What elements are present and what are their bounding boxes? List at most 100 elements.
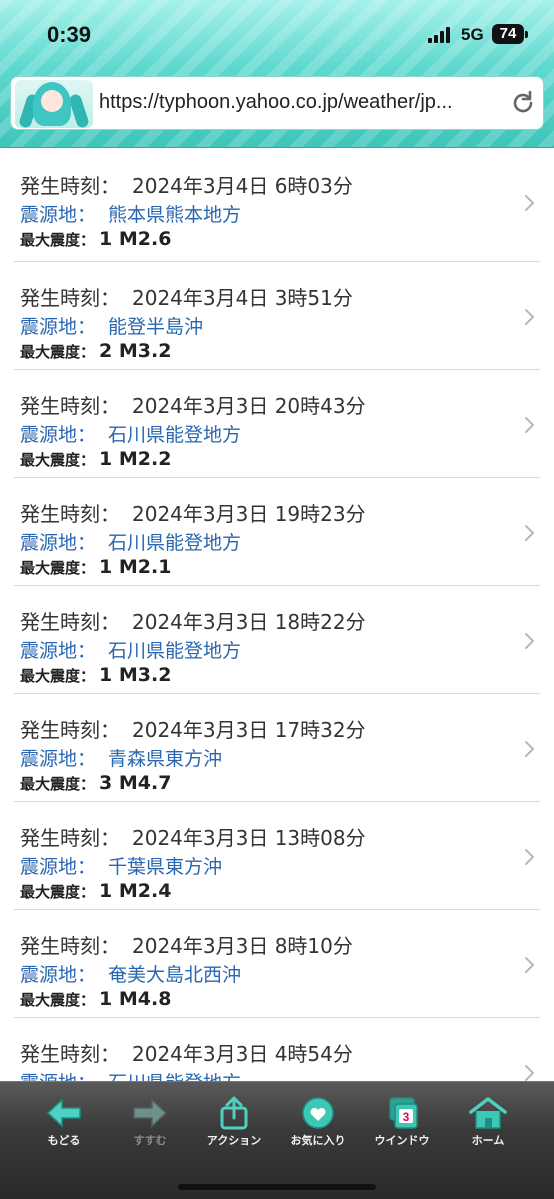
browser-header: 0:39 5G 74 https://typhoon.yahoo.co.jp/w… bbox=[0, 0, 554, 148]
url-bar[interactable]: https://typhoon.yahoo.co.jp/weather/jp..… bbox=[10, 76, 544, 130]
earthquake-row[interactable]: 発生時刻： 2024年3月3日 8時10分 震源地： 奄美大島北西沖 最大震度： 1 … bbox=[14, 910, 540, 1018]
intensity-label: 最大震度： bbox=[20, 451, 96, 469]
magnitude-value: M2.1 bbox=[118, 556, 172, 578]
epicenter-value: 石川県能登地方 bbox=[108, 640, 242, 662]
intensity-label: 最大震度： bbox=[20, 667, 96, 685]
time-label: 発生時刻： bbox=[20, 286, 120, 310]
max-intensity: 最大震度： 1 M3.2 bbox=[20, 664, 171, 686]
chevron-right-icon bbox=[525, 849, 534, 865]
max-intensity: 最大震度： 1 M4.8 bbox=[20, 988, 171, 1010]
occurrence-time: 発生時刻： 2024年3月3日 17時32分 bbox=[20, 714, 366, 743]
earthquake-row[interactable]: 発生時刻： 2024年3月3日 19時23分 震源地： 石川県能登地方 最大震度： 1… bbox=[14, 478, 540, 586]
favorites-button[interactable]: お気に入り bbox=[278, 1096, 358, 1156]
epicenter: 震源地： 奄美大島北西沖 bbox=[20, 960, 241, 987]
earthquake-row[interactable]: 発生時刻： 2024年3月3日 13時08分 震源地： 千葉県東方沖 最大震度： 1 … bbox=[14, 802, 540, 910]
status-time: 0:39 bbox=[47, 22, 92, 47]
magnitude-value: M4.7 bbox=[118, 772, 172, 794]
intensity-value: 1 bbox=[99, 556, 113, 578]
action-button[interactable]: アクション bbox=[194, 1096, 274, 1156]
intensity-magnitude-value: 3 M4.7 bbox=[99, 772, 171, 794]
intensity-magnitude-value: 1 M2.2 bbox=[99, 448, 171, 470]
magnitude-value: M2.6 bbox=[118, 228, 172, 250]
time-label: 発生時刻： bbox=[20, 502, 120, 526]
home-label: ホーム bbox=[471, 1134, 505, 1147]
battery-icon: 74 bbox=[492, 24, 528, 44]
epicenter-label: 震源地： bbox=[20, 748, 97, 770]
earthquake-row[interactable]: 発生時刻：2024年3月3日 4時54分 震源地：石川県能登地方 最大震度： bbox=[14, 1018, 540, 1081]
time-label: 発生時刻： bbox=[20, 1042, 120, 1066]
earthquake-row[interactable]: 発生時刻： 2024年3月3日 18時22分 震源地： 石川県能登地方 最大震度： 1… bbox=[14, 586, 540, 694]
intensity-value: 1 bbox=[99, 880, 113, 902]
time-value: 2024年3月3日 13時08分 bbox=[132, 826, 366, 850]
intensity-label: 最大震度： bbox=[20, 231, 96, 249]
intensity-magnitude-value: 2 M3.2 bbox=[99, 340, 171, 362]
time-value: 2024年3月3日 4時54分 bbox=[132, 1042, 353, 1066]
time-label: 発生時刻： bbox=[20, 718, 120, 742]
intensity-value: 3 bbox=[99, 772, 113, 794]
epicenter-label: 震源地： bbox=[20, 424, 97, 446]
intensity-label: 最大震度： bbox=[20, 775, 96, 793]
intensity-value: 2 bbox=[99, 340, 113, 362]
intensity-value: 1 bbox=[99, 228, 113, 250]
intensity-magnitude-value: 1 M2.6 bbox=[99, 228, 171, 250]
reload-icon[interactable] bbox=[509, 89, 537, 117]
intensity-value: 1 bbox=[99, 988, 113, 1010]
occurrence-time: 発生時刻： 2024年3月3日 20時43分 bbox=[20, 390, 366, 419]
time-value: 2024年3月3日 20時43分 bbox=[132, 394, 366, 418]
earthquake-list: 発生時刻： 2024年3月4日 6時03分 震源地： 熊本県熊本地方 最大震度： 1 … bbox=[0, 148, 554, 1081]
home-icon bbox=[469, 1097, 507, 1129]
occurrence-time: 発生時刻： 2024年3月3日 4時54分 bbox=[20, 1038, 353, 1067]
epicenter-value: 能登半島沖 bbox=[108, 316, 204, 338]
heart-badge-icon bbox=[302, 1097, 334, 1129]
epicenter: 震源地： 石川県能登地方 bbox=[20, 1068, 241, 1081]
earthquake-row[interactable]: 発生時刻： 2024年3月3日 17時32分 震源地： 青森県東方沖 最大震度： 3 … bbox=[14, 694, 540, 802]
earthquake-row[interactable]: 発生時刻： 2024年3月4日 3時51分 震源地： 能登半島沖 最大震度： 2 M3… bbox=[14, 262, 540, 370]
time-value: 2024年3月4日 6時03分 bbox=[132, 174, 353, 198]
magnitude-value: M4.8 bbox=[118, 988, 172, 1010]
occurrence-time: 発生時刻： 2024年3月3日 18時22分 bbox=[20, 606, 366, 635]
time-label: 発生時刻： bbox=[20, 610, 120, 634]
intensity-label: 最大震度： bbox=[20, 343, 96, 361]
magnitude-value: M3.2 bbox=[118, 340, 172, 362]
epicenter-label: 震源地： bbox=[20, 640, 97, 662]
epicenter-value: 石川県能登地方 bbox=[108, 532, 242, 554]
intensity-magnitude-value: 1 M4.8 bbox=[99, 988, 171, 1010]
site-avatar bbox=[15, 80, 93, 128]
window-button[interactable]: 3 ウインドウ bbox=[362, 1096, 442, 1156]
action-label: アクション bbox=[206, 1134, 262, 1147]
time-value: 2024年3月3日 19時23分 bbox=[132, 502, 366, 526]
epicenter: 震源地： 熊本県熊本地方 bbox=[20, 200, 241, 227]
forward-button[interactable]: すすむ bbox=[110, 1096, 190, 1156]
epicenter-value: 千葉県東方沖 bbox=[108, 856, 223, 878]
occurrence-time: 発生時刻： 2024年3月4日 3時51分 bbox=[20, 282, 353, 311]
epicenter-value: 青森県東方沖 bbox=[108, 748, 223, 770]
earthquake-row[interactable]: 発生時刻： 2024年3月3日 20時43分 震源地： 石川県能登地方 最大震度： 1… bbox=[14, 370, 540, 478]
time-value: 2024年3月4日 3時51分 bbox=[132, 286, 353, 310]
home-indicator bbox=[178, 1184, 376, 1190]
epicenter-label: 震源地： bbox=[20, 532, 97, 554]
home-button[interactable]: ホーム bbox=[448, 1096, 528, 1156]
magnitude-value: M2.2 bbox=[118, 448, 172, 470]
status-bar: 0:39 5G 74 bbox=[0, 0, 554, 70]
url-text[interactable]: https://typhoon.yahoo.co.jp/weather/jp..… bbox=[99, 91, 499, 114]
epicenter-value: 奄美大島北西沖 bbox=[108, 964, 242, 986]
intensity-value: 1 bbox=[99, 448, 113, 470]
chevron-right-icon bbox=[525, 633, 534, 649]
favorites-label: お気に入り bbox=[290, 1134, 346, 1147]
arrow-right-icon bbox=[133, 1098, 168, 1128]
epicenter-value: 石川県能登地方 bbox=[108, 1072, 241, 1081]
chevron-right-icon bbox=[525, 957, 534, 973]
epicenter: 震源地： 青森県東方沖 bbox=[20, 744, 222, 771]
occurrence-time: 発生時刻： 2024年3月4日 6時03分 bbox=[20, 170, 353, 199]
chevron-right-icon bbox=[525, 417, 534, 433]
back-label: もどる bbox=[47, 1134, 81, 1147]
back-button[interactable]: もどる bbox=[24, 1096, 104, 1156]
intensity-label: 最大震度： bbox=[20, 883, 96, 901]
epicenter: 震源地： 石川県能登地方 bbox=[20, 528, 241, 555]
magnitude-value: M3.2 bbox=[118, 664, 172, 686]
epicenter: 震源地： 石川県能登地方 bbox=[20, 636, 241, 663]
occurrence-time: 発生時刻： 2024年3月3日 19時23分 bbox=[20, 498, 366, 527]
time-value: 2024年3月3日 17時32分 bbox=[132, 718, 366, 742]
chevron-right-icon bbox=[525, 309, 534, 325]
earthquake-row[interactable]: 発生時刻： 2024年3月4日 6時03分 震源地： 熊本県熊本地方 最大震度： 1 … bbox=[14, 148, 540, 262]
